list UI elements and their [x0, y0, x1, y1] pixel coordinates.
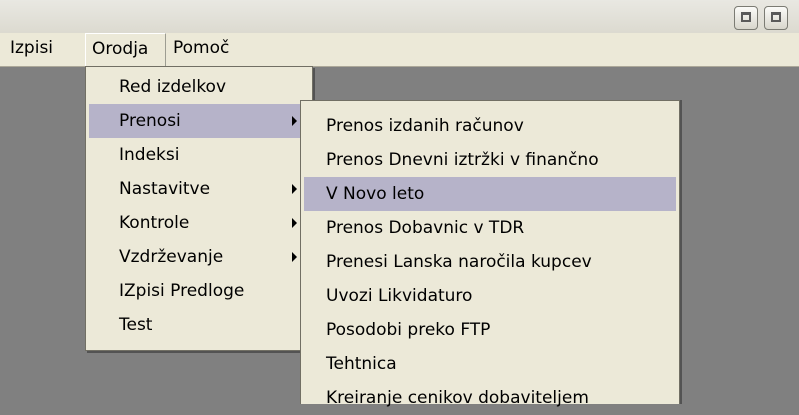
- menu-item-label: Prenesi Lanska naročila kupcev: [326, 252, 592, 272]
- menu-item-label: Kontrole: [119, 213, 190, 233]
- menu-item-label: Nastavitve: [119, 179, 211, 199]
- maximize-button[interactable]: [764, 6, 788, 30]
- submenu-arrow-icon: [292, 184, 297, 194]
- submenu-arrow-icon: [292, 218, 297, 228]
- menu-item-label: V Novo leto: [326, 184, 425, 204]
- submenu-item-uvozi-likvidaturo[interactable]: Uvozi Likvidaturo: [304, 279, 676, 313]
- menu-item-label: IZpisi Predloge: [119, 281, 245, 301]
- menu-item-label: Tehtnica: [326, 354, 397, 374]
- menu-item-label: Prenos Dnevni iztržki v finančno: [326, 150, 599, 170]
- menu-item-label: Prenos izdanih računov: [326, 116, 524, 136]
- window-titlebar: [0, 0, 799, 33]
- menu-item-label: Kreiranje cenikov dobaviteljem: [326, 388, 589, 408]
- menu-item-label: Indeksi: [119, 145, 180, 165]
- submenu-item-prenesi-lanska-narocila[interactable]: Prenesi Lanska naročila kupcev: [304, 245, 676, 279]
- menu-item-vzdrzevanje[interactable]: Vzdrževanje: [89, 240, 309, 274]
- submenu-item-posodobi-preko-ftp[interactable]: Posodobi preko FTP: [304, 313, 676, 347]
- menu-item-label: Prenosi: [119, 111, 181, 131]
- menu-item-indeksi[interactable]: Indeksi: [89, 138, 309, 172]
- orodja-dropdown-menu: Red izdelkov Prenosi Indeksi Nastavitve …: [85, 66, 313, 351]
- menu-item-kontrole[interactable]: Kontrole: [89, 206, 309, 240]
- submenu-item-prenos-izdanih-racunov[interactable]: Prenos izdanih računov: [304, 109, 676, 143]
- submenu-arrow-icon: [292, 116, 297, 126]
- menu-item-test[interactable]: Test: [89, 308, 309, 342]
- submenu-arrow-icon: [292, 252, 297, 262]
- menu-pomoc[interactable]: Pomoč: [167, 33, 235, 66]
- menu-item-label: Posodobi preko FTP: [326, 320, 491, 340]
- minimize-button[interactable]: [734, 6, 758, 30]
- menu-item-red-izdelkov[interactable]: Red izdelkov: [89, 70, 309, 104]
- menu-item-nastavitve[interactable]: Nastavitve: [89, 172, 309, 206]
- menu-item-label: Uvozi Likvidaturo: [326, 286, 473, 306]
- submenu-item-kreiranje-cenikov[interactable]: Kreiranje cenikov dobaviteljem: [304, 381, 676, 415]
- menu-item-label: Test: [119, 315, 153, 335]
- menu-item-label: Prenos Dobavnic v TDR: [326, 218, 525, 238]
- menu-item-prenosi[interactable]: Prenosi: [89, 104, 309, 138]
- maximize-icon: [771, 12, 781, 22]
- submenu-item-prenos-dobavnic[interactable]: Prenos Dobavnic v TDR: [304, 211, 676, 245]
- menu-item-label: Vzdrževanje: [119, 247, 224, 267]
- submenu-item-tehtnica[interactable]: Tehtnica: [304, 347, 676, 381]
- menu-item-label: Red izdelkov: [119, 77, 227, 97]
- menu-izpisi[interactable]: Izpisi: [4, 33, 59, 66]
- menu-orodja[interactable]: Orodja: [85, 33, 166, 66]
- minimize-icon: [741, 12, 751, 22]
- menubar: Izpisi Orodja Pomoč: [0, 33, 799, 67]
- menu-item-izpisi-predloge[interactable]: IZpisi Predloge: [89, 274, 309, 308]
- submenu-item-v-novo-leto[interactable]: V Novo leto: [304, 177, 676, 211]
- prenosi-submenu: Prenos izdanih računov Prenos Dnevni izt…: [300, 100, 680, 408]
- submenu-item-prenos-dnevni-iztrzki[interactable]: Prenos Dnevni iztržki v finančno: [304, 143, 676, 177]
